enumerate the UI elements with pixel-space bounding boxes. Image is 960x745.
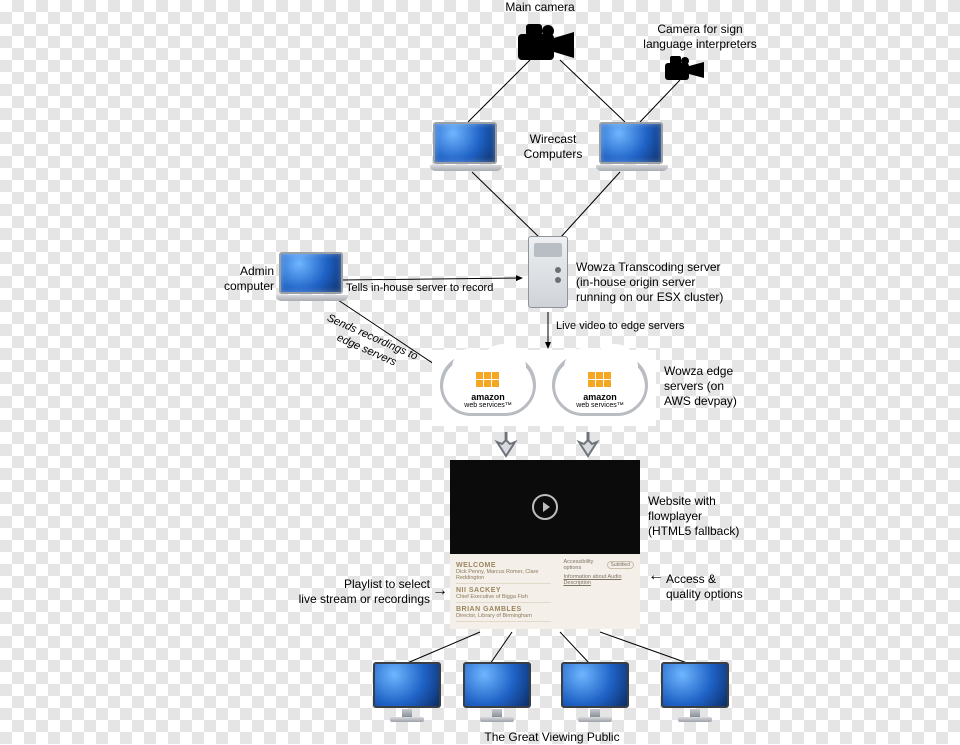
- wowza-origin-server-icon: [528, 236, 568, 308]
- down-arrow-icon: [494, 430, 518, 458]
- access-quality-label: Access & quality options: [666, 572, 776, 602]
- playlist-item[interactable]: WELCOME Dick Penny, Marcus Romer, Clare …: [456, 562, 551, 584]
- main-camera-label: Main camera: [470, 0, 610, 15]
- video-player[interactable]: [450, 460, 640, 554]
- public-label: The Great Viewing Public: [452, 730, 652, 745]
- public-monitor-icon: [462, 662, 532, 722]
- website-mock: WELCOME Dick Penny, Marcus Romer, Clare …: [450, 460, 640, 629]
- live-to-edge-label: Live video to edge servers: [556, 320, 726, 334]
- main-camera-icon: [516, 24, 576, 65]
- aws-cloud-icon: amazon web services™: [552, 354, 648, 416]
- admin-laptop-icon: [276, 252, 346, 301]
- options-column[interactable]: Accessibility options Subtitled Informat…: [557, 554, 640, 629]
- public-monitor-icon: [660, 662, 730, 722]
- aws-cloud-icon: amazon web services™: [440, 354, 536, 416]
- subtitles-pill[interactable]: Subtitled: [607, 561, 634, 569]
- accessibility-label: Accessibility options: [563, 559, 606, 571]
- wirecast-label: Wirecast Computers: [508, 132, 598, 162]
- playlist-item[interactable]: BRIAN GAMBLES Director, Library of Birmi…: [456, 606, 551, 622]
- public-monitor-icon: [560, 662, 630, 722]
- playlist-item[interactable]: NII SACKEY Chief Executive of Bigga Fish: [456, 587, 551, 603]
- website-label: Website with flowplayer (HTML5 fallback): [648, 494, 768, 539]
- audio-description-link[interactable]: Information about Audio Description: [563, 574, 634, 586]
- wirecast-laptop-left-icon: [430, 122, 500, 171]
- sign-camera-label: Camera for sign language interpreters: [620, 22, 780, 52]
- wowza-origin-label: Wowza Transcoding server (in-house origi…: [576, 260, 766, 305]
- admin-label: Admin computer: [190, 264, 274, 294]
- playlist-column[interactable]: WELCOME Dick Penny, Marcus Romer, Clare …: [450, 554, 557, 629]
- edge-servers-label: Wowza edge servers (on AWS devpay): [664, 364, 784, 409]
- playlist-annotation-label: Playlist to select live stream or record…: [280, 577, 430, 607]
- left-arrow-icon: ←: [648, 568, 664, 584]
- right-arrow-icon: →: [432, 583, 448, 599]
- sign-camera-icon: [664, 56, 706, 85]
- down-arrow-icon: [576, 430, 600, 458]
- play-button-icon[interactable]: [532, 494, 558, 520]
- tells-record-label: Tells in-house server to record: [346, 282, 546, 296]
- wirecast-laptop-right-icon: [596, 122, 666, 171]
- public-monitor-icon: [372, 662, 442, 722]
